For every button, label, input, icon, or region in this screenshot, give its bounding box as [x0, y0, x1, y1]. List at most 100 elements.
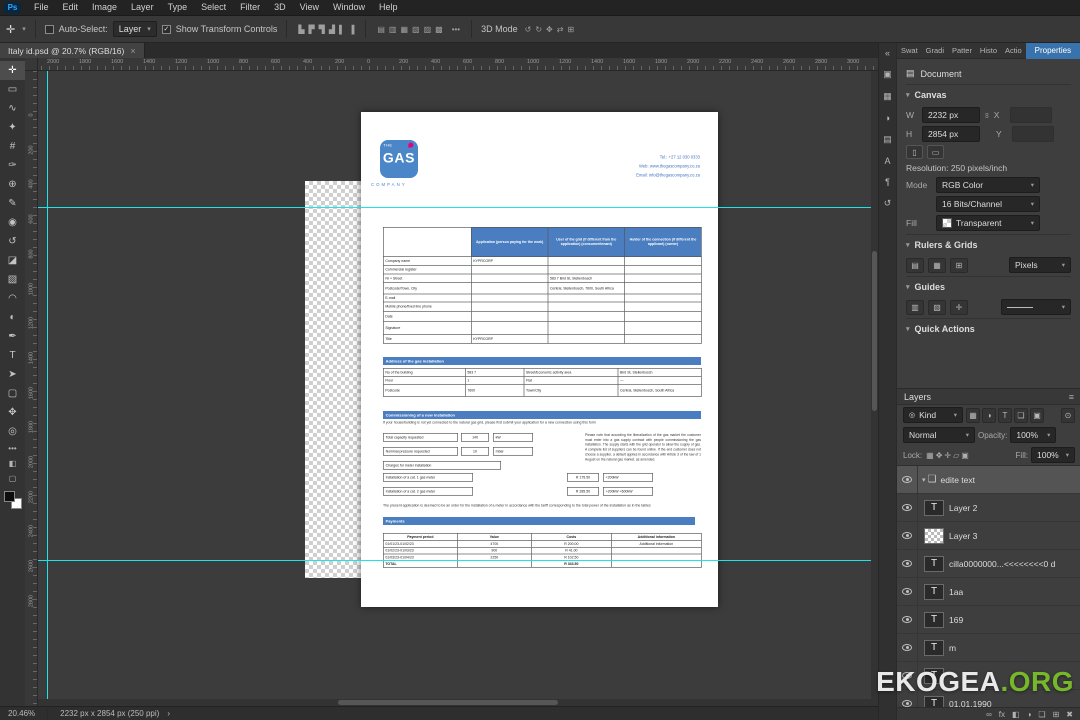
close-icon[interactable]: × — [130, 46, 135, 56]
menu-view[interactable]: View — [293, 0, 326, 15]
menu-window[interactable]: Window — [326, 0, 372, 15]
panel-tab-patter[interactable]: Patter — [948, 43, 976, 59]
blend-mode-dropdown[interactable]: Normal ▾ — [903, 427, 975, 443]
orientation-landscape-button[interactable]: ▭ — [927, 145, 944, 159]
menu-filter[interactable]: Filter — [233, 0, 267, 15]
align-button-0[interactable]: ▙ — [296, 25, 306, 34]
lock-guides-button[interactable]: ▧ — [928, 299, 946, 315]
clear-guides-button[interactable]: ✛ — [950, 299, 968, 315]
menu-select[interactable]: Select — [194, 0, 233, 15]
blur-tool[interactable]: ◠ — [0, 289, 25, 308]
history-brush-tool[interactable]: ↺ — [0, 232, 25, 251]
canvas-width-field[interactable]: 2232 px — [922, 107, 980, 123]
foreground-color-swatch[interactable] — [3, 491, 15, 502]
pen-tool[interactable]: ✒ — [0, 327, 25, 346]
quick-selection-tool[interactable]: ✦ — [0, 118, 25, 137]
swatches-panel-icon[interactable]: ▦ — [883, 91, 892, 102]
toggle-guides-button[interactable]: ▥ — [906, 299, 924, 315]
lock-button-3[interactable]: ▱ — [952, 451, 960, 460]
menu-3d[interactable]: 3D — [267, 0, 293, 15]
document-tab[interactable]: Italy id.psd @ 20.7% (RGB/16) × — [0, 43, 145, 58]
visibility-toggle[interactable] — [897, 550, 918, 577]
type-tool[interactable]: T — [0, 346, 25, 365]
layer-row[interactable]: Layer 3 — [897, 522, 1080, 550]
vertical-ruler[interactable]: 0 200 400 600 800 1000 1200 1400 1600 1800 2000 220… — [25, 71, 38, 706]
delete-layer-icon[interactable]: ✖ — [1066, 710, 1073, 719]
lock-button-1[interactable]: ✥ — [935, 451, 944, 460]
horizontal-ruler[interactable]: 2000 1800 1600 1400 1200 1000 800 600 400 200 0 200… — [25, 58, 878, 71]
screen-mode-icon[interactable]: ▢ — [0, 471, 25, 486]
visibility-toggle[interactable] — [897, 634, 918, 661]
chevron-right-icon[interactable]: › — [167, 709, 170, 718]
guide-style-dropdown[interactable]: ▾ — [1001, 299, 1071, 315]
chevron-down-icon[interactable]: ▾ — [922, 476, 926, 484]
zoom-tool[interactable]: ◎ — [0, 422, 25, 441]
fill-field[interactable]: 100% ▾ — [1031, 447, 1075, 463]
mode-3d-button-3[interactable]: ⇄ — [555, 25, 566, 34]
eyedropper-tool[interactable]: ✑ — [0, 156, 25, 175]
menu-layer[interactable]: Layer — [124, 0, 161, 15]
healing-brush-tool[interactable]: ⊕ — [0, 175, 25, 194]
panel-tab-histo[interactable]: Histo — [976, 43, 1001, 59]
menu-edit[interactable]: Edit — [56, 0, 86, 15]
auto-select-target-dropdown[interactable]: Layer ▾ — [112, 21, 157, 37]
toggle-grid-button[interactable]: ▦ — [928, 257, 946, 273]
horizontal-guide[interactable] — [38, 560, 878, 561]
layer-mask-icon[interactable]: ◧ — [1012, 710, 1020, 719]
clone-stamp-tool[interactable]: ◉ — [0, 213, 25, 232]
snap-button[interactable]: ⊞ — [950, 257, 968, 273]
layer-filter-button-3[interactable]: ❏ — [1014, 407, 1028, 423]
vertical-guide[interactable] — [47, 71, 48, 706]
layer-effects-icon[interactable]: fx — [999, 710, 1005, 719]
visibility-toggle[interactable] — [897, 522, 918, 549]
layer-filter-button-2[interactable]: T — [998, 407, 1012, 423]
edit-toolbar-icon[interactable]: ••• — [0, 441, 25, 456]
visibility-toggle[interactable] — [897, 606, 918, 633]
distribute-button-1[interactable]: ▥ — [387, 25, 399, 34]
distribute-button-4[interactable]: ▨ — [422, 25, 434, 34]
visibility-toggle[interactable] — [897, 578, 918, 605]
path-selection-tool[interactable]: ➤ — [0, 365, 25, 384]
horizontal-scrollbar[interactable] — [38, 699, 871, 706]
auto-select-checkbox[interactable] — [44, 24, 54, 34]
vertical-scrollbar[interactable] — [871, 71, 878, 706]
capacity-field-value[interactable]: 140 — [460, 432, 489, 442]
align-button-3[interactable]: ▟ — [327, 25, 337, 34]
distribute-button-0[interactable]: ▤ — [375, 25, 387, 34]
lasso-tool[interactable]: ∿ — [0, 99, 25, 118]
opacity-field[interactable]: 100% ▾ — [1010, 427, 1057, 443]
crop-tool[interactable]: # — [0, 137, 25, 156]
lock-button-0[interactable]: ▦ — [925, 451, 935, 460]
layer-filter-button-4[interactable]: ▣ — [1030, 407, 1044, 423]
show-transform-checkbox[interactable]: ✓ — [161, 24, 171, 34]
capacity-field-value[interactable]: 10 — [460, 446, 489, 456]
eraser-tool[interactable]: ◪ — [0, 251, 25, 270]
horizontal-guide[interactable] — [38, 207, 878, 208]
adjustment-layer-icon[interactable]: ◑ — [1027, 710, 1032, 719]
collapse-panels-icon[interactable]: « — [885, 48, 890, 58]
shape-tool[interactable]: ▢ — [0, 384, 25, 403]
distribute-button-3[interactable]: ▧ — [410, 25, 422, 34]
visibility-toggle[interactable] — [897, 466, 918, 493]
libraries-panel-icon[interactable]: ▤ — [883, 134, 892, 145]
align-button-2[interactable]: ▜ — [317, 25, 327, 34]
color-swatches[interactable] — [3, 491, 22, 509]
align-button-1[interactable]: ▛ — [307, 25, 317, 34]
mode-3d-button-4[interactable]: ⊞ — [565, 25, 576, 34]
move-tool[interactable]: ✛ — [0, 61, 25, 80]
layer-row[interactable]: Tcilla0000000...<<<<<<<<0 d — [897, 550, 1080, 578]
link-layers-icon[interactable]: ∞ — [986, 710, 992, 719]
rulers-grids-section-header[interactable]: ▾ Rulers & Grids — [906, 234, 1071, 254]
zoom-level-field[interactable]: 20.46% — [8, 709, 35, 718]
scrollbar-thumb[interactable] — [872, 251, 877, 411]
align-button-5[interactable]: ▐ — [347, 25, 357, 34]
menu-help[interactable]: Help — [372, 0, 405, 15]
panel-tab-actio[interactable]: Actio — [1001, 43, 1026, 59]
canvas-area[interactable]: THE GAS COMPANY Tel.: +27 12 030 0333 Web… — [38, 71, 878, 706]
brush-tool[interactable]: ✎ — [0, 194, 25, 213]
layer-filter-dropdown[interactable]: ◎ Kind ▾ — [903, 407, 963, 423]
mode-3d-button-2[interactable]: ✥ — [544, 25, 555, 34]
more-align-options-button[interactable]: ••• — [450, 25, 462, 34]
canvas-fill-dropdown[interactable]: Transparent ▾ — [936, 215, 1040, 231]
adjustments-panel-icon[interactable]: ◑ — [885, 113, 890, 123]
